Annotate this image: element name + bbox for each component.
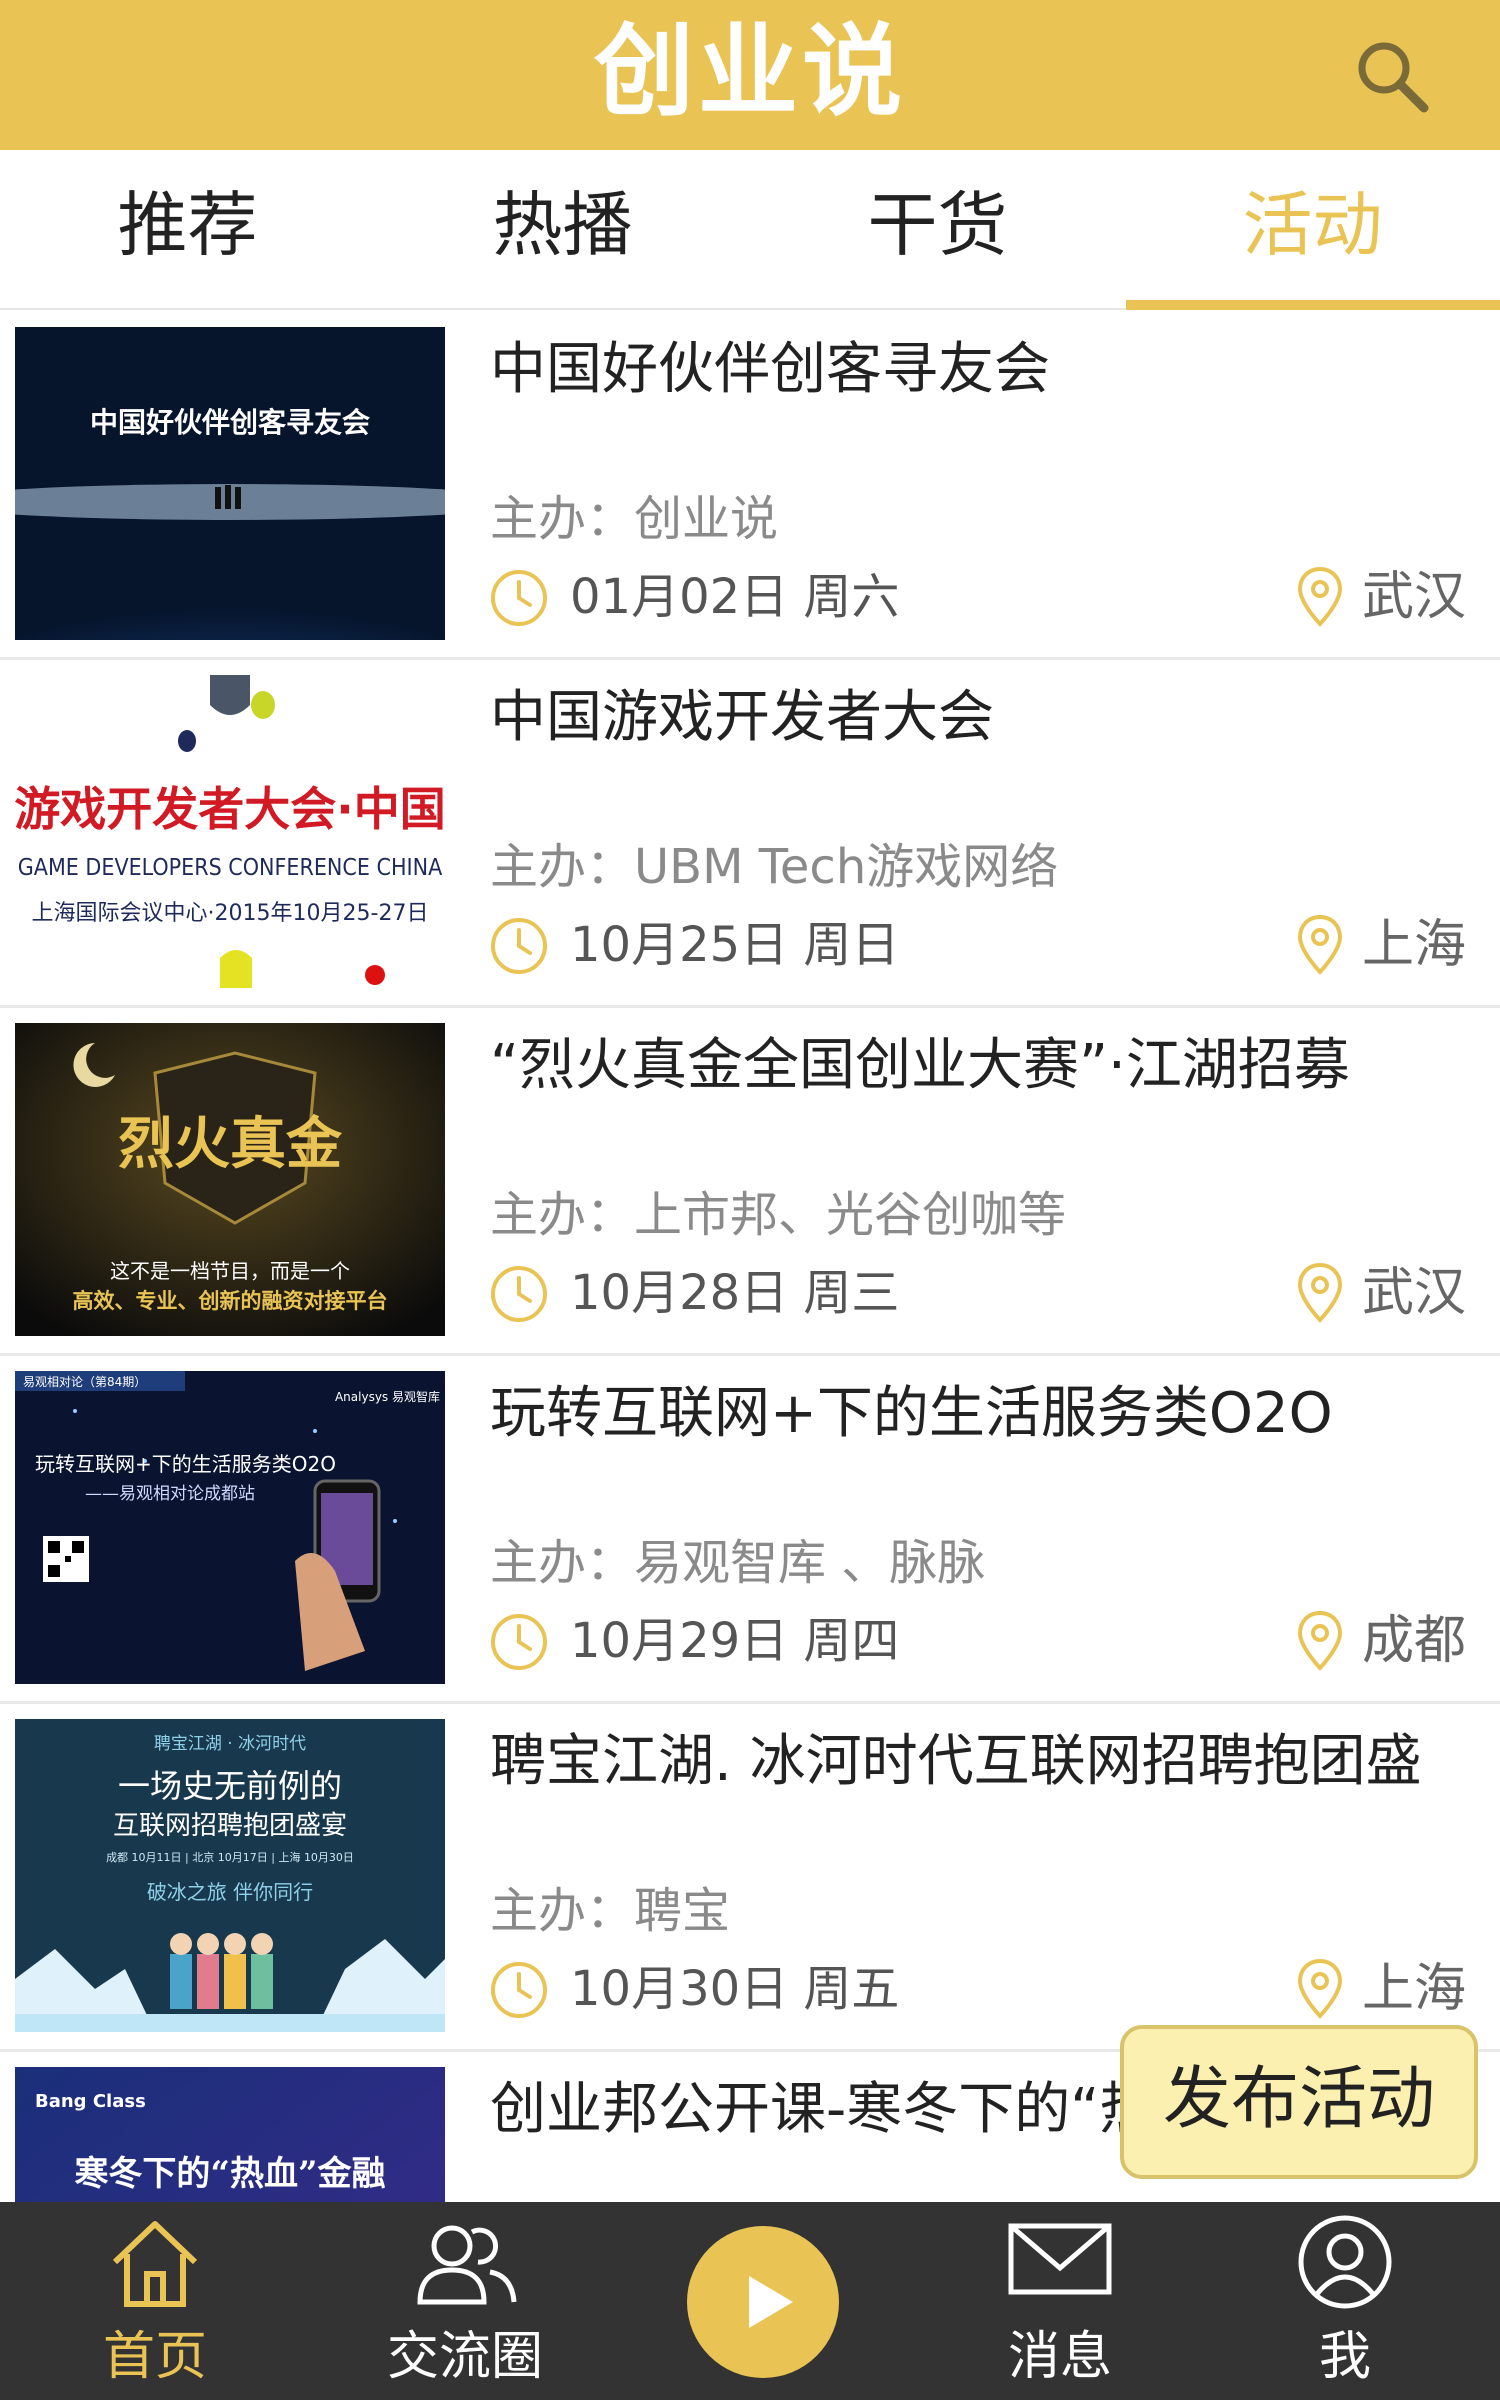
event-organizer: 主办：易观智库 、脉脉 — [490, 1535, 986, 1591]
home-icon — [112, 2221, 198, 2307]
location-pin-icon — [1297, 914, 1343, 975]
thumbnail-text: 一场史无前例的 — [118, 1767, 342, 1805]
event-title: 玩转互联网+下的生活服务类O2O — [490, 1381, 1333, 1446]
thumbnail-text: Bang Class — [35, 2091, 146, 2112]
nav-community-label: 交流圈 — [386, 2327, 543, 2387]
event-title: “烈火真金全国创业大赛”·江湖招募 — [490, 1033, 1350, 1098]
location-pin-icon — [1297, 566, 1343, 627]
nav-community[interactable]: 交流圈 — [370, 2202, 560, 2400]
event-thumbnail: 烈火真金 这不是一档节目，而是一个 高效、专业、创新的融资对接平台 — [15, 1023, 445, 1336]
event-city: 上海 — [1362, 915, 1467, 975]
event-meta: 10月30日 周五 上海 — [490, 1954, 1490, 2024]
people-icon — [417, 2225, 517, 2305]
event-meta: 10月28日 周三 武汉 — [490, 1258, 1490, 1328]
thumbnail-text: 烈火真金 — [118, 1111, 343, 1177]
tab-recommended[interactable]: 推荐 — [0, 150, 375, 310]
event-organizer: 主办：上市邦、光谷创咖等 — [490, 1187, 1067, 1243]
thumbnail-text: 寒冬下的“热血”金融 — [74, 2154, 385, 2194]
event-organizer: 主办：创业说 — [490, 491, 779, 547]
tab-knowledge[interactable]: 干货 — [750, 150, 1125, 310]
event-meta: 01月02日 周六 武汉 — [490, 562, 1490, 632]
event-title: 中国好伙伴创客寻友会 — [490, 337, 1050, 402]
event-item[interactable]: 游戏开发者大会·中国 GAME DEVELOPERS CONFERENCE CH… — [0, 660, 1500, 1008]
nav-me[interactable]: 我 — [1250, 2202, 1440, 2400]
event-city: 武汉 — [1362, 567, 1467, 627]
active-tab-indicator — [1126, 300, 1500, 310]
play-button[interactable] — [687, 2226, 839, 2378]
event-item[interactable]: 烈火真金 这不是一档节目，而是一个 高效、专业、创新的融资对接平台 “烈火真金全… — [0, 1008, 1500, 1356]
thumbnail-text: ——易观相对论成都站 — [85, 1484, 255, 1504]
nav-messages-label: 消息 — [1007, 2327, 1112, 2387]
publish-event-button[interactable]: 发布活动 — [1120, 2025, 1478, 2179]
event-date: 01月02日 周六 — [570, 569, 900, 625]
event-date: 10月25日 周日 — [570, 917, 900, 973]
event-item[interactable]: 中国好伙伴创客寻友会 中国好伙伴创客寻友会 主办：创业说 01月02日 周六 武… — [0, 312, 1500, 660]
thumbnail-text: 破冰之旅 伴你同行 — [147, 1880, 313, 1904]
location-pin-icon — [1297, 1262, 1343, 1323]
event-title: 中国游戏开发者大会 — [490, 685, 994, 750]
event-date: 10月30日 周五 — [570, 1961, 900, 2017]
nav-messages[interactable]: 消息 — [965, 2202, 1155, 2400]
event-date: 10月28日 周三 — [570, 1265, 900, 1321]
clock-icon — [491, 1266, 547, 1322]
tab-events[interactable]: 活动 — [1125, 150, 1500, 310]
user-icon — [1298, 2215, 1392, 2309]
event-item[interactable]: 易观相对论（第84期） Analysys 易观智库 玩转互联网+下的生活服务类O… — [0, 1356, 1500, 1704]
search-icon[interactable] — [1352, 36, 1432, 116]
event-meta: 10月25日 周日 上海 — [490, 910, 1490, 980]
thumbnail-text: 游戏开发者大会·中国 — [15, 782, 445, 836]
event-title: 聘宝江湖. 冰河时代互联网招聘抱团盛 — [490, 1729, 1422, 1794]
event-thumbnail: Bang Class 寒冬下的“热血”金融 — [15, 2067, 445, 2202]
clock-icon — [491, 570, 547, 626]
nav-me-label: 我 — [1318, 2327, 1371, 2387]
event-city: 成都 — [1362, 1611, 1467, 1671]
thumbnail-text: 上海国际会议中心·2015年10月25-27日 — [32, 901, 429, 926]
event-meta: 10月29日 周四 成都 — [490, 1606, 1490, 1676]
app-title: 创业说 — [594, 13, 906, 130]
play-icon — [749, 2276, 793, 2328]
thumbnail-text: Analysys 易观智库 — [335, 1389, 440, 1404]
tab-hot[interactable]: 热播 — [375, 150, 750, 310]
event-city: 武汉 — [1362, 1263, 1467, 1323]
clock-icon — [491, 918, 547, 974]
event-list: 中国好伙伴创客寻友会 中国好伙伴创客寻友会 主办：创业说 01月02日 周六 武… — [0, 312, 1500, 2202]
event-thumbnail: 中国好伙伴创客寻友会 — [15, 327, 445, 640]
thumbnail-text: 成都 10月11日 | 北京 10月17日 | 上海 10月30日 — [106, 1850, 354, 1864]
category-tabs: 推荐 热播 干货 活动 — [0, 150, 1500, 310]
thumbnail-text: 易观相对论（第84期） — [23, 1375, 146, 1389]
event-date: 10月29日 周四 — [570, 1613, 900, 1669]
event-item[interactable]: 聘宝江湖 · 冰河时代 一场史无前例的 互联网招聘抱团盛宴 成都 10月11日 … — [0, 1704, 1500, 2052]
clock-icon — [491, 1962, 547, 2018]
nav-home[interactable]: 首页 — [60, 2202, 250, 2400]
location-pin-icon — [1297, 1958, 1343, 2019]
thumbnail-text: 玩转互联网+下的生活服务类O2O — [35, 1452, 336, 1476]
event-organizer: 主办：聘宝 — [490, 1883, 731, 1939]
nav-home-label: 首页 — [102, 2327, 207, 2387]
event-thumbnail: 易观相对论（第84期） Analysys 易观智库 玩转互联网+下的生活服务类O… — [15, 1371, 445, 1684]
mail-icon — [1008, 2223, 1112, 2295]
event-city: 上海 — [1362, 1959, 1467, 2019]
thumbnail-text: 互联网招聘抱团盛宴 — [113, 1811, 347, 1841]
clock-icon — [491, 1614, 547, 1670]
event-organizer: 主办：UBM Tech游戏网络 — [490, 839, 1059, 895]
event-thumbnail: 聘宝江湖 · 冰河时代 一场史无前例的 互联网招聘抱团盛宴 成都 10月11日 … — [15, 1719, 445, 2032]
thumbnail-text: GAME DEVELOPERS CONFERENCE CHINA — [18, 855, 443, 881]
thumbnail-text: 中国好伙伴创客寻友会 — [90, 406, 370, 439]
app-header: 创业说 — [0, 0, 1500, 150]
thumbnail-text: 这不是一档节目，而是一个 — [110, 1259, 350, 1283]
thumbnail-text: 高效、专业、创新的融资对接平台 — [73, 1289, 388, 1313]
thumbnail-text: 聘宝江湖 · 冰河时代 — [154, 1734, 306, 1754]
bottom-navigation: 首页 交流圈 消息 我 — [0, 2202, 1500, 2400]
location-pin-icon — [1297, 1610, 1343, 1671]
event-thumbnail: 游戏开发者大会·中国 GAME DEVELOPERS CONFERENCE CH… — [15, 675, 445, 988]
